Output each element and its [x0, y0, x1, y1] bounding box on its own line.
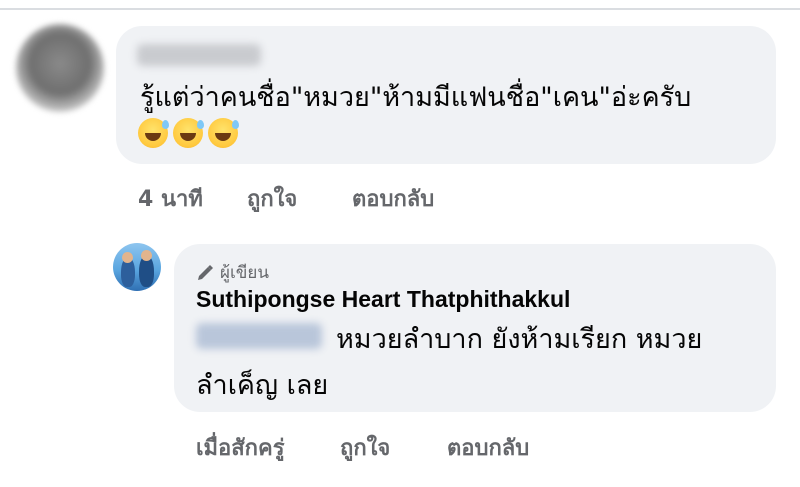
grinning-sweat-emoji-icon — [173, 118, 204, 148]
pencil-icon — [196, 264, 214, 282]
author-badge-label: ผู้เขียน — [220, 263, 269, 283]
like-button[interactable]: ถูกใจ — [247, 181, 297, 216]
top-divider — [0, 8, 800, 10]
comment-timestamp[interactable]: 4 นาที — [138, 181, 203, 216]
mentioned-user-blurred[interactable] — [196, 323, 322, 349]
reply-timestamp[interactable]: เมื่อสักครู่ — [196, 430, 285, 465]
grinning-sweat-emoji-icon — [138, 118, 169, 148]
emoji-row — [138, 118, 239, 148]
reply-button[interactable]: ตอบกลับ — [352, 181, 434, 216]
comment-text: รู้แต่ว่าคนชื่อ"หมวย"ห้ามมีแฟนชื่อ"เคน"อ… — [140, 82, 692, 113]
comment-actions: 4 นาที ถูกใจ ตอบกลับ — [0, 181, 800, 212]
reply-text-line-2: ลำเค็ญ เลย — [196, 370, 329, 401]
author-avatar[interactable] — [113, 243, 161, 291]
like-button[interactable]: ถูกใจ — [340, 430, 390, 465]
reply-actions: เมื่อสักครู่ ถูกใจ ตอบกลับ — [0, 430, 800, 461]
author-badge: ผู้เขียน — [196, 259, 269, 286]
reply-button[interactable]: ตอบกลับ — [447, 430, 529, 465]
commenter-avatar-blurred[interactable] — [16, 24, 104, 112]
author-name-link[interactable]: Suthipongse Heart Thatphithakkul — [196, 286, 570, 313]
reply-text-line-1: หมวยลำบาก ยังห้ามเรียก หมวย — [336, 324, 703, 355]
commenter-name-blurred[interactable] — [137, 44, 261, 66]
grinning-sweat-emoji-icon — [208, 118, 239, 148]
